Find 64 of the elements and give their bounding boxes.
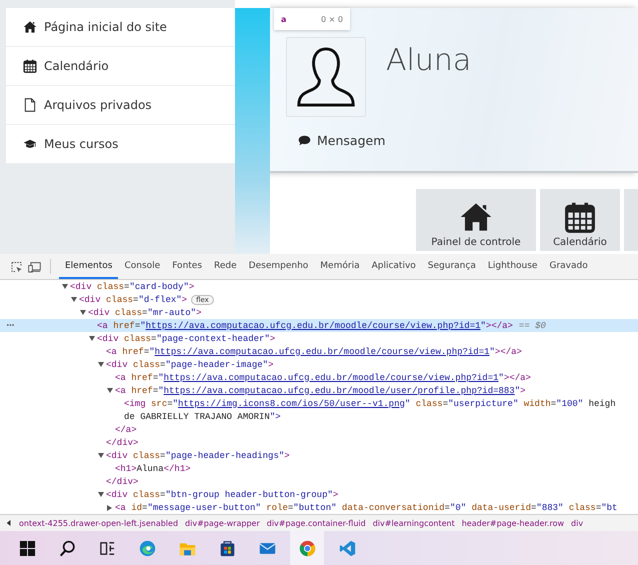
dashboard-tile[interactable]: Painel de controle (416, 189, 536, 251)
expanded-triangle-icon[interactable] (107, 388, 113, 393)
devtools-tab[interactable]: Segurança (422, 254, 482, 279)
breadcrumb-item[interactable]: div#page.container-fluid (266, 518, 366, 528)
windows-logo-icon (18, 540, 36, 556)
inspect-tooltip: a 0 × 0 (274, 8, 350, 30)
code-editor-icon (338, 540, 356, 556)
devtools-tab[interactable]: Gravado (543, 254, 594, 279)
dom-node-line[interactable]: <div class="page-context-header"> (97, 334, 276, 344)
devtools-tab[interactable]: Rede (208, 254, 243, 279)
inspect-icon[interactable] (10, 260, 23, 272)
selected-marker: == $0 (518, 320, 546, 330)
dom-node-line[interactable]: <div class="mr-auto"> (88, 308, 202, 318)
message-button[interactable]: Mensagem (298, 131, 386, 150)
expanded-triangle-icon[interactable] (62, 284, 68, 289)
dom-node-line[interactable]: <a id="message-user-button" role="button" data-conversationid="0" data-userid="883" class="bt (115, 502, 618, 512)
dom-node-line[interactable]: <img src="https://img.icons8.com/ios/50/user--v1.png" class="userpicture" width="100" heigh (124, 398, 616, 408)
house-icon (23, 20, 37, 34)
dom-node-line[interactable]: </a> (115, 424, 137, 434)
devtools-tab[interactable]: Elementos (59, 254, 118, 279)
dom-node-line[interactable]: <a href="https://ava.computacao.ufcg.edu.br/moodle/user/profile.php?id=883"> (115, 386, 526, 396)
breadcrumb-item[interactable]: div#learningcontent (372, 518, 455, 528)
house-icon (459, 201, 493, 233)
calendar-icon (563, 201, 597, 233)
devtools-tab[interactable]: Console (118, 254, 166, 279)
expanded-triangle-icon[interactable] (89, 336, 95, 341)
task-view-icon (98, 540, 116, 556)
document-icon (23, 98, 37, 112)
dom-node-line[interactable]: <div class="page-header-image"> (106, 360, 274, 370)
breadcrumb-item[interactable]: div (571, 518, 584, 528)
devtools-tab[interactable]: Fontes (166, 254, 208, 279)
breadcrumb-item[interactable]: ontext-4255.drawer-open-left.jsenabled (19, 518, 178, 528)
chrome-logo-icon (298, 540, 316, 556)
dom-node-line[interactable]: <div class="page-header-headings"> (106, 450, 290, 460)
calendar-icon (23, 59, 37, 73)
left-arrow-icon[interactable] (6, 519, 12, 527)
dom-node-line[interactable]: de GABRIELLY TRAJANO AMORIN"> (124, 412, 281, 422)
dashboard-tile[interactable]: Calendário (540, 189, 620, 251)
search-icon (58, 540, 76, 556)
user-name: Aluna (386, 43, 472, 80)
breadcrumb-item[interactable]: header#page-header.row (462, 518, 564, 528)
browser-icon (138, 540, 156, 556)
dom-node-line[interactable]: <a href="https://ava.computacao.ufcg.edu.br/moodle/course/view.php?id=1"></a> (106, 346, 522, 356)
dom-node-line[interactable]: <h1>Aluna</h1> (115, 464, 191, 474)
dom-node-line[interactable]: <a href="https://ava.computacao.ufcg.edu.br/moodle/course/view.php?id=1"></a> (97, 320, 513, 330)
dom-node-line[interactable]: <a href="https://ava.computacao.ufcg.edu.br/moodle/course/view.php?id=1"></a> (115, 372, 531, 382)
expanded-triangle-icon[interactable] (98, 492, 104, 497)
dom-node-line[interactable]: </div> (106, 476, 138, 486)
store-bag-icon (218, 540, 236, 556)
device-toolbar-icon[interactable] (28, 260, 41, 272)
expanded-triangle-icon[interactable] (98, 362, 104, 367)
devtools-tab[interactable]: Aplicativo (366, 254, 422, 279)
breadcrumb-item[interactable]: div#page-wrapper (185, 518, 260, 528)
dom-node-line[interactable]: <div class="card-body"> (70, 282, 194, 292)
graduation-cap-icon (23, 137, 37, 151)
dom-node-line[interactable]: <div class="d-flex"> (79, 294, 188, 304)
devtools-tab[interactable]: Lighthouse (482, 254, 544, 279)
devtools-tab[interactable]: Memória (314, 254, 366, 279)
dom-node-line[interactable]: <div class="btn-group header-button-group"> (106, 490, 338, 500)
speech-bubble-icon (298, 135, 311, 146)
dom-node-line[interactable]: </div> (106, 438, 138, 448)
devtools-tab[interactable]: Desempenho (242, 254, 314, 279)
expanded-triangle-icon[interactable] (98, 453, 104, 458)
expanded-triangle-icon[interactable] (71, 297, 77, 302)
